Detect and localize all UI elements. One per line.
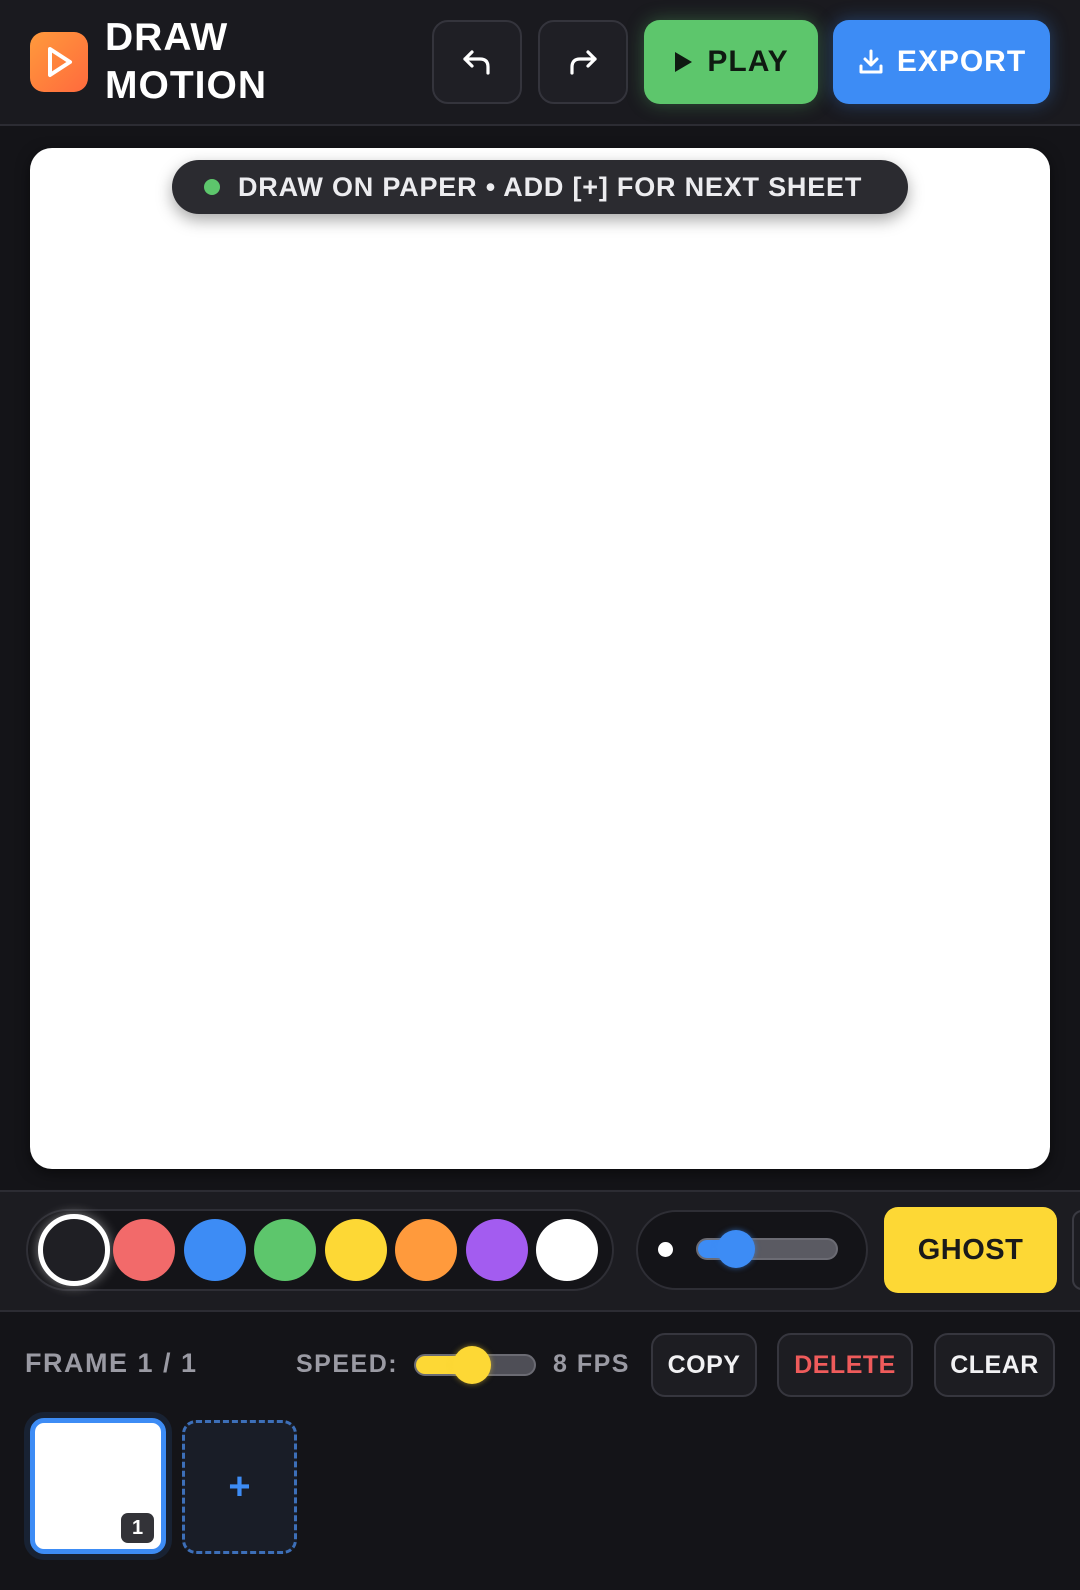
- canvas-hint-banner: DRAW ON PAPER • ADD [+] FOR NEXT SHEET: [172, 160, 908, 214]
- play-logo-icon: [30, 32, 88, 92]
- drawing-canvas[interactable]: [30, 148, 1050, 1169]
- fps-readout: 8 FPS: [553, 1350, 630, 1378]
- brush-size-thumb[interactable]: [716, 1230, 755, 1268]
- color-swatch[interactable]: [113, 1219, 175, 1281]
- frame-counter: FRAME 1 / 1: [25, 1348, 198, 1378]
- app-header: DRAW MOTION PLAY EXPORT: [0, 0, 1080, 126]
- speed-thumb[interactable]: [453, 1346, 492, 1384]
- app-title-line1: DRAW: [105, 16, 229, 59]
- play-triangle-icon: [675, 52, 693, 72]
- play-button-label: PLAY: [707, 45, 789, 78]
- redo-button[interactable]: [538, 20, 628, 104]
- brush-dot-icon: [658, 1242, 673, 1257]
- copy-frame-button[interactable]: COPY: [651, 1333, 757, 1397]
- color-swatch[interactable]: [183, 1219, 246, 1281]
- speed-label: SPEED:: [296, 1350, 399, 1378]
- color-swatch[interactable]: [395, 1219, 457, 1281]
- frame-number-badge: 1: [121, 1513, 154, 1543]
- color-swatch[interactable]: [536, 1219, 598, 1281]
- color-swatch[interactable]: [38, 1214, 110, 1286]
- undo-arrow-icon: [463, 50, 490, 75]
- canvas-hint-text: DRAW ON PAPER • ADD [+] FOR NEXT SHEET: [238, 171, 863, 202]
- color-swatch[interactable]: [465, 1219, 528, 1281]
- add-frame-button[interactable]: +: [182, 1420, 297, 1554]
- delete-frame-button[interactable]: DELETE: [777, 1333, 913, 1397]
- download-icon: [859, 49, 883, 74]
- ghost-toggle-button[interactable]: GHOST: [884, 1207, 1057, 1293]
- clear-frame-button[interactable]: CLEAR: [934, 1333, 1055, 1397]
- undo-button[interactable]: [432, 20, 522, 104]
- app-title-line2: MOTION: [105, 64, 267, 107]
- toolbar-overflow-button[interactable]: [1072, 1210, 1080, 1290]
- export-button[interactable]: EXPORT: [833, 20, 1050, 104]
- export-button-label: EXPORT: [896, 45, 1027, 78]
- redo-arrow-icon: [570, 50, 597, 75]
- color-swatch[interactable]: [254, 1219, 316, 1281]
- play-button[interactable]: PLAY: [644, 20, 818, 104]
- color-swatch[interactable]: [324, 1219, 387, 1281]
- status-dot-icon: [204, 179, 220, 195]
- app-title: DRAW MOTION: [105, 14, 267, 110]
